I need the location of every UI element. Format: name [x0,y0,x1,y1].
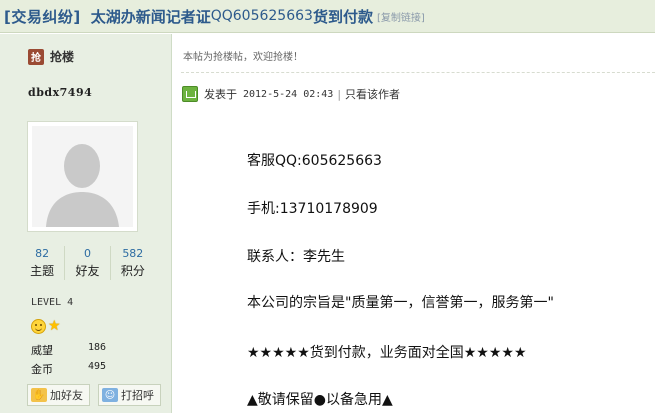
author-username[interactable]: dbdx7494 [28,86,92,99]
cod-line: ★★★★★货到付款，业务面对全国★★★★★ [247,345,527,361]
star-icon: ★ [48,318,61,334]
divider [181,72,655,73]
prestige-value: 186 [88,342,107,353]
floor-label: 抢楼 [50,50,75,64]
stat-points-value: 582 [122,247,144,260]
motto-line: 本公司的宗旨是"质量第一，信誉第一，服务第一" [247,295,554,311]
greet-label: 打招呼 [121,389,154,402]
author-actions: ✋ 加好友 ☺ 打招呼 [27,384,161,406]
contact-qq-line: 客服QQ:605625663 [247,153,382,169]
stat-topics[interactable]: 82 主题 [20,246,66,280]
coins-row: 金币 495 [31,361,111,377]
smile-icon [31,319,46,334]
prestige-row: 威望 186 [31,342,111,358]
post-body: 本帖为抢楼帖，欢迎抢楼！ 发表于 2012-5-24 02:43 | 只看该作者… [173,34,655,413]
copy-link-button[interactable]: [复制链接] [377,9,425,24]
medal-row: ★ [31,319,61,334]
thread-title-bar: [交易纠纷] 太湖办新闻记者证 QQ605625663 货到付款 [复制链接] [0,0,655,33]
view-author-only-link[interactable]: 只看该作者 [345,86,400,102]
thread-category[interactable]: [交易纠纷] [4,6,81,27]
stat-points-label: 积分 [120,264,145,278]
author-sidebar: 抢 抢楼 dbdx7494 82 主题 0 好友 582 积分 LEVEL 4 … [0,34,172,413]
handshake-icon: ✋ [31,388,47,402]
coins-label: 金币 [31,363,53,376]
default-avatar-icon [32,126,133,227]
thread-title-qq: QQ605625663 [210,8,313,24]
online-status-icon [182,86,198,102]
contact-person-line: 联系人：李先生 [247,249,345,265]
grab-floor-icon: 抢 [28,48,44,65]
meta-separator: | [337,87,342,101]
thread-title-tail: 货到付款 [312,7,373,26]
add-friend-label: 加好友 [50,389,83,402]
posted-label: 发表于 [204,88,237,101]
prestige-label: 威望 [31,344,53,357]
thread-title: 太湖办新闻记者证 [90,7,211,26]
stat-friends-value: 0 [83,247,91,260]
posted-time: 2012-5-24 02:43 [243,88,334,100]
avatar[interactable] [27,121,138,232]
author-level: LEVEL 4 [31,297,74,308]
author-stats: 82 主题 0 好友 582 积分 [20,246,155,280]
phone-line: 手机:13710178909 [247,201,378,217]
add-friend-button[interactable]: ✋ 加好友 [27,384,90,406]
stat-friends-label: 好友 [75,264,100,278]
coins-value: 495 [88,361,107,372]
keep-line: ▲敬请保留●以备急用▲ [247,392,393,408]
grab-floor-notice: 本帖为抢楼帖，欢迎抢楼！ [183,52,303,63]
floor-badge: 抢 抢楼 [28,48,74,65]
post-meta: 发表于 2012-5-24 02:43 | 只看该作者 [182,86,400,102]
greet-icon: ☺ [102,388,118,402]
greet-button[interactable]: ☺ 打招呼 [98,384,161,406]
stat-points[interactable]: 582 积分 [111,246,155,280]
stat-topics-label: 主题 [30,264,55,278]
stat-friends[interactable]: 0 好友 [65,246,111,280]
stat-topics-value: 82 [35,247,50,260]
